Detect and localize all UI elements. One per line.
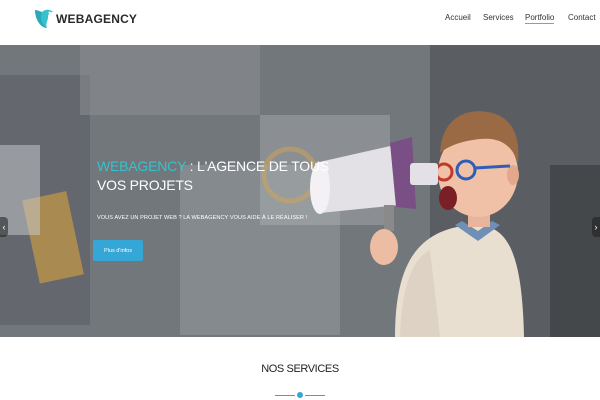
- bird-icon: [35, 9, 53, 28]
- carousel-prev-button[interactable]: ‹: [0, 217, 8, 237]
- carousel-next-button[interactable]: ›: [592, 217, 600, 237]
- nav-item-portfolio[interactable]: Portfolio: [525, 13, 555, 24]
- hero-title: WEBAGENCY : L'AGENCE DE TOUS VOS PROJETS: [97, 157, 329, 195]
- nav-item-accueil[interactable]: Accueil: [445, 13, 471, 22]
- hero-banner: WEBAGENCY : L'AGENCE DE TOUS VOS PROJETS…: [0, 45, 600, 337]
- site-header: WEBAGENCY Accueil Services Portfolio Con…: [0, 0, 600, 45]
- chevron-right-icon: ›: [594, 222, 598, 232]
- hero-title-brand: WEBAGENCY: [97, 158, 186, 174]
- section-divider: [275, 392, 325, 398]
- logo-text: WEBAGENCY: [56, 12, 138, 26]
- nav-item-services[interactable]: Services: [483, 13, 514, 22]
- hero-title-rest: : L'AGENCE DE TOUS: [185, 158, 330, 174]
- chevron-left-icon: ‹: [2, 222, 6, 232]
- nav-item-contact[interactable]: Contact: [568, 13, 596, 22]
- hero-title-line2: VOS PROJETS: [97, 177, 193, 193]
- hero-subtitle: VOUS AVEZ UN PROJET WEB ? LA WEBAGENCY V…: [97, 215, 308, 221]
- divider-dot: [297, 392, 303, 398]
- logo[interactable]: WEBAGENCY: [33, 5, 137, 33]
- divider-line-left: [275, 395, 295, 396]
- divider-line-right: [305, 395, 325, 396]
- more-info-button[interactable]: Plus d'infos: [93, 240, 143, 261]
- services-title: NOS SERVICES: [261, 363, 339, 375]
